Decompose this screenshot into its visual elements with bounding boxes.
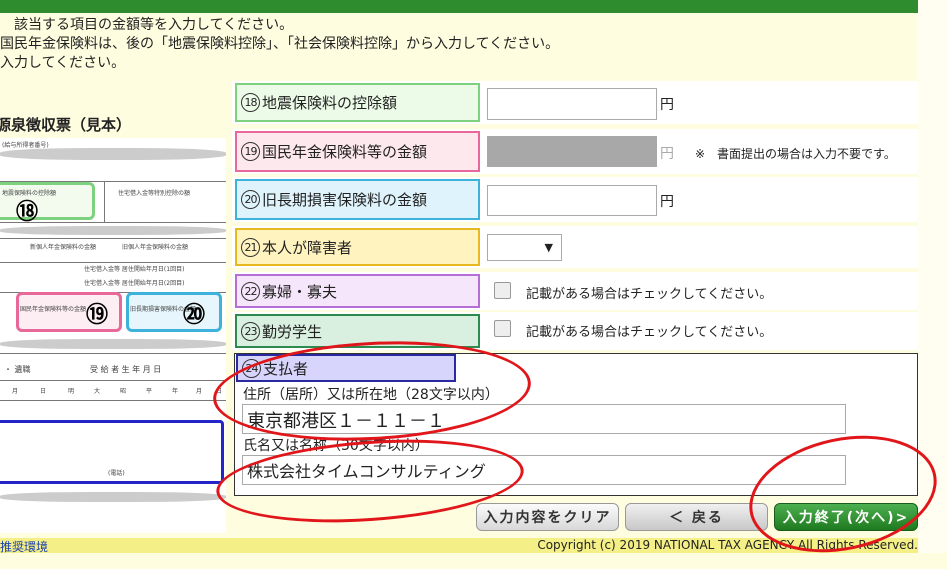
slip-birth-label: 受 給 者 生 年 月 日 xyxy=(90,365,162,374)
disabled-person-select[interactable]: ▼ xyxy=(487,234,562,261)
yen-unit: 円 xyxy=(660,97,674,113)
slip-housing-start-1: 住宅借入金等 居住開始年月日(1回目) xyxy=(84,266,185,273)
slip-era-col: 平 xyxy=(146,388,153,395)
slip-wave-bottom xyxy=(0,492,226,502)
slip-housing-start-2: 住宅借入金等 居住開始年月日(2回目) xyxy=(84,280,185,287)
row-number-23: 23 xyxy=(241,321,260,341)
label-text: 勤労学生 xyxy=(262,322,323,341)
label-text: 旧長期損害保険料の金額 xyxy=(262,191,428,209)
slip-new-pension-label: 新個人年金保険料の金額 xyxy=(30,244,97,251)
working-student-checkbox[interactable] xyxy=(494,320,511,337)
slip-era-col: 日 xyxy=(40,388,47,395)
slip-line xyxy=(104,182,105,222)
slip-era-col: 月 xyxy=(12,388,19,395)
row-number-18: 18 xyxy=(241,93,260,112)
slip-era-col: 大 xyxy=(94,388,101,395)
label-national-pension: 19 国民年金保険料等の金額 xyxy=(235,131,480,172)
yen-unit: 円 xyxy=(660,194,674,210)
slip-wave-top xyxy=(0,148,226,160)
paper-submission-note: ※ 書面提出の場合は入力不要です。 xyxy=(695,147,896,161)
label-widow-widower: 22 寡婦・寡夫 xyxy=(235,274,480,308)
slip-wave-lower xyxy=(0,339,226,349)
slip-widow-label: ・ 遺職 xyxy=(4,365,31,374)
back-button[interactable]: ＜ 戻る xyxy=(625,503,768,531)
slip-marker-19: ⑲ xyxy=(86,303,109,328)
sample-slip-title: 源泉徴収票（見本） xyxy=(0,116,132,134)
sample-slip-image: (給与所得者番号) 地震保険料の控除額 ⑱ 住宅借入金等特別控除の額 新個人年金… xyxy=(0,138,226,533)
top-bar xyxy=(0,0,918,13)
label-earthquake-deduction: 18 地震保険料の控除額 xyxy=(235,83,480,122)
label-old-longterm-insurance: 20 旧長期損害保険料の金額 xyxy=(235,179,480,220)
widow-widower-checkbox[interactable] xyxy=(494,282,511,299)
label-text: 寡婦・寡夫 xyxy=(262,282,338,301)
slip-national-pension-label: 国民年金保険料等の金額 xyxy=(20,306,87,313)
national-pension-input-disabled xyxy=(487,136,657,167)
slip-marker-20: ⑳ xyxy=(183,303,206,328)
row-number-21: 21 xyxy=(241,237,260,257)
slip-wave-middle xyxy=(0,226,226,235)
clear-input-button[interactable]: 入力内容をクリア xyxy=(476,503,619,531)
yen-unit: 円 xyxy=(660,146,674,162)
label-disabled-person: 21 本人が障害者 xyxy=(235,228,480,266)
slip-old-pension-label: 旧個人年金保険料の金額 xyxy=(122,244,189,251)
instruction-line-3: 入力してください。 xyxy=(0,55,126,71)
label-text: 本人が障害者 xyxy=(262,238,353,257)
row-number-19: 19 xyxy=(241,142,260,161)
slip-line xyxy=(0,400,226,401)
slip-line xyxy=(0,380,226,381)
slip-line xyxy=(0,222,226,223)
earthquake-deduction-input[interactable] xyxy=(487,88,657,120)
instruction-line-2: 国民年金保険料は、後の「地震保険料控除」、「社会保険料控除」から入力してください… xyxy=(0,36,560,52)
slip-phone-label: (電話) xyxy=(108,470,125,477)
recommended-environment-link[interactable]: 推奨環境 xyxy=(0,538,48,555)
slip-line xyxy=(0,262,226,263)
old-longterm-insurance-input[interactable] xyxy=(487,185,657,216)
slip-era-col: 年 xyxy=(172,388,179,395)
slip-line xyxy=(0,238,226,239)
slip-housing-loan-label: 住宅借入金等特別控除の額 xyxy=(118,190,191,197)
slip-era-col: 月 xyxy=(196,388,203,395)
row-number-20: 20 xyxy=(241,190,260,209)
slip-line xyxy=(0,353,226,354)
label-text: 国民年金保険料等の金額 xyxy=(262,143,428,161)
row-number-22: 22 xyxy=(241,281,260,301)
slip-header-text: (給与所得者番号) xyxy=(2,142,49,149)
widow-widower-check-label: 記載がある場合はチェックしてください。 xyxy=(526,287,773,302)
label-text: 地震保険料の控除額 xyxy=(262,94,398,112)
working-student-check-label: 記載がある場合はチェックしてください。 xyxy=(526,325,773,340)
slip-era-col: 昭 xyxy=(120,388,127,395)
instructions: 該当する項目の金額等を入力してください。 国民年金保険料は、後の「地震保険料控除… xyxy=(0,16,559,73)
slip-era-col: 明 xyxy=(68,388,75,395)
instruction-line-1: 該当する項目の金額等を入力してください。 xyxy=(0,17,294,33)
